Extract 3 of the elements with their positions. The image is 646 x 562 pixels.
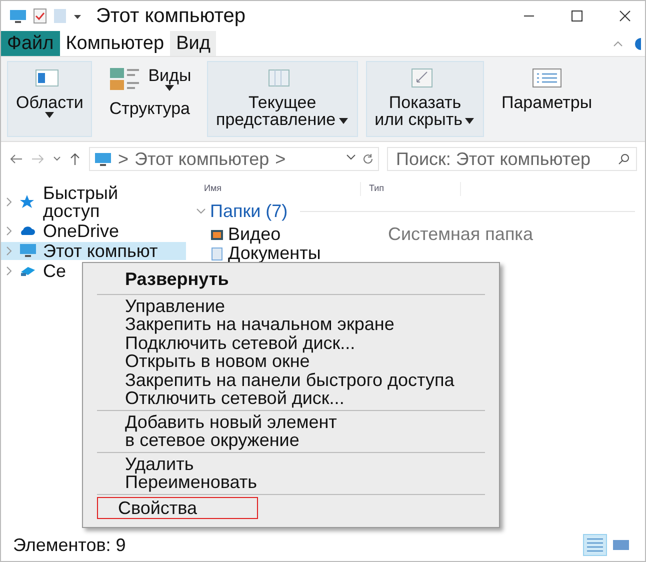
file-type: Системная папка bbox=[388, 225, 533, 244]
item-count: Элементов: 9 bbox=[13, 534, 126, 556]
window-title: Этот компьютер bbox=[96, 4, 246, 29]
